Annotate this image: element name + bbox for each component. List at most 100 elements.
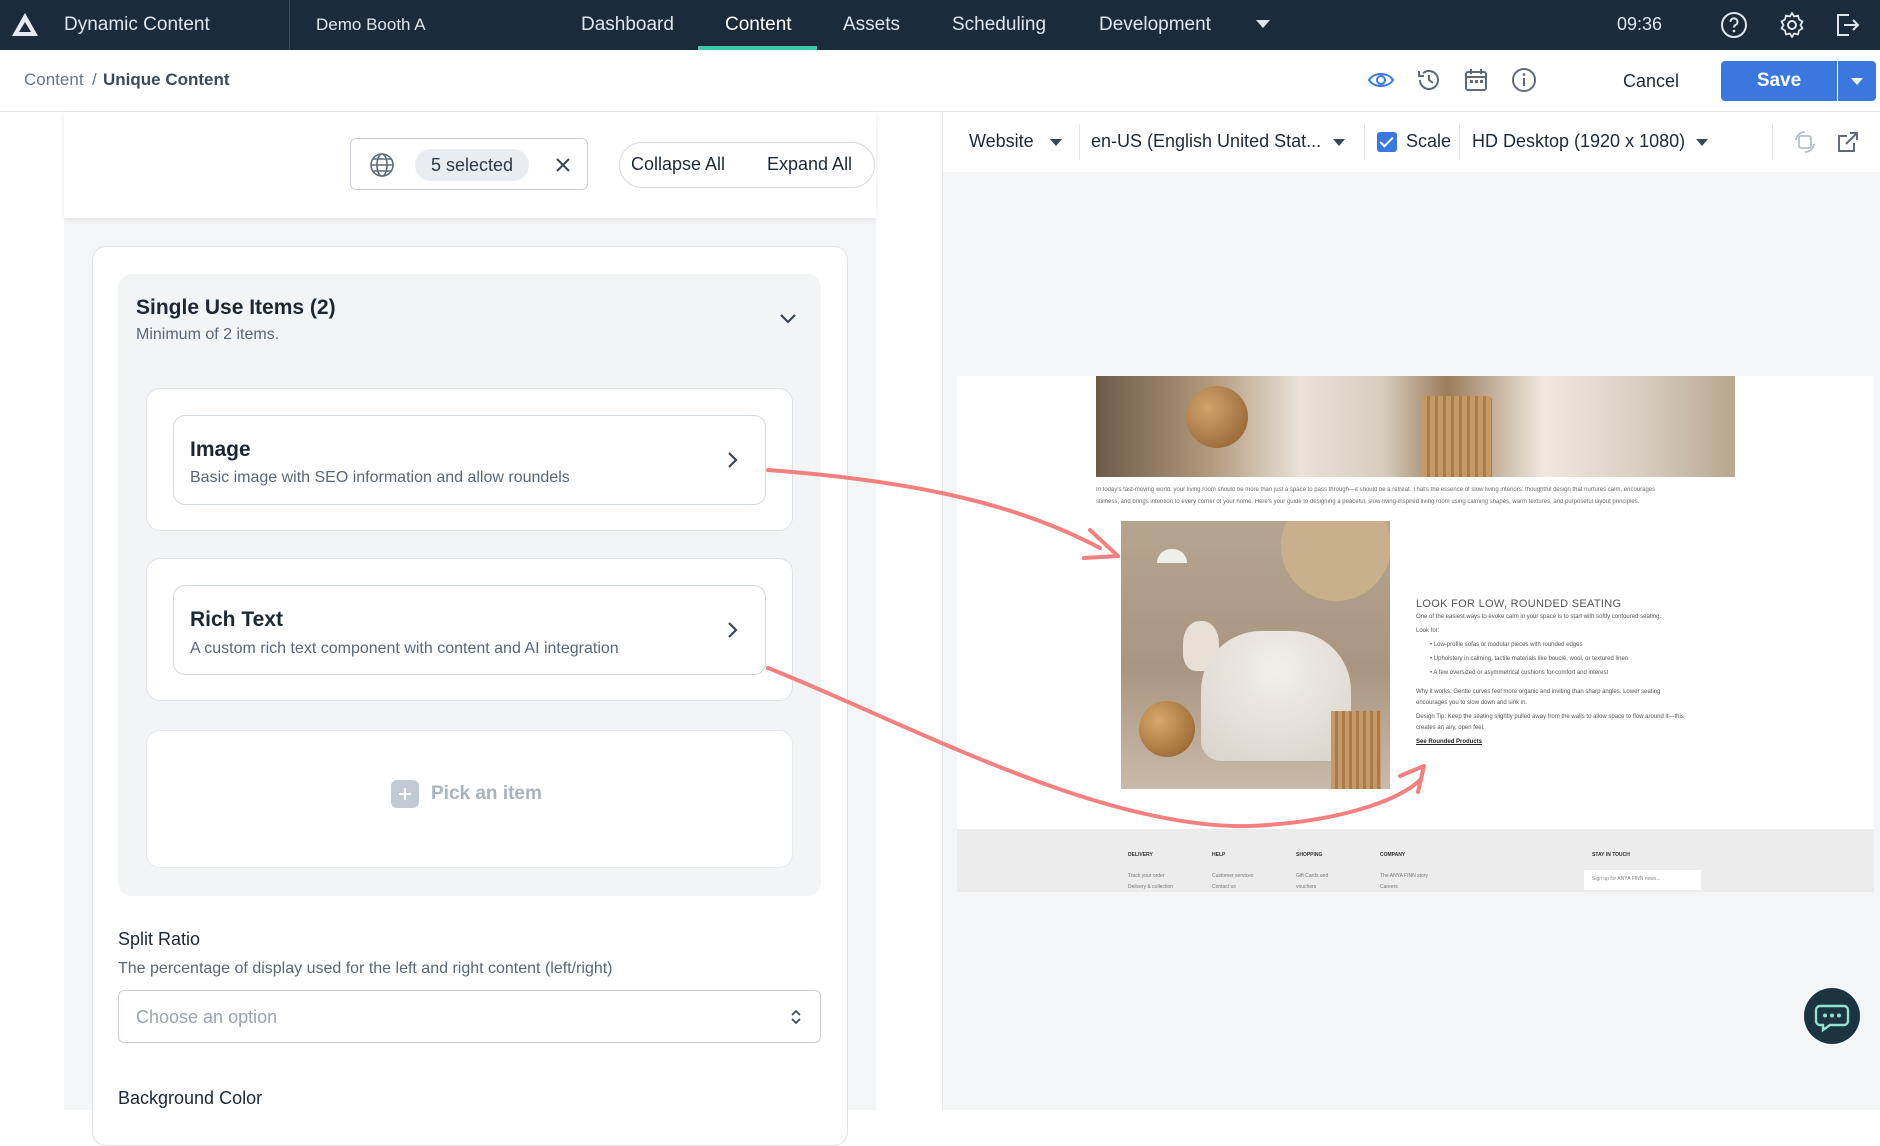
channel-select[interactable]: Website — [969, 131, 1034, 152]
clock: 09:36 — [1617, 14, 1663, 34]
item-image-card[interactable] — [173, 415, 766, 505]
logout-icon[interactable] — [1833, 11, 1861, 39]
clear-selection-icon[interactable] — [551, 153, 575, 177]
body-text: creates an airy, open feel. — [1416, 725, 1485, 731]
save-options-dropdown[interactable] — [1838, 61, 1876, 101]
app-logo-icon[interactable] — [10, 10, 40, 40]
app-title: Dynamic Content — [64, 14, 210, 35]
decor-ball — [1186, 386, 1248, 448]
tab-content[interactable]: Content — [725, 14, 792, 36]
collapse-expand-group: Collapse All Expand All — [619, 142, 875, 188]
preview-toolbar: Website en-US (English United Stat... Sc… — [943, 112, 1880, 172]
footer-link[interactable]: Careers — [1380, 884, 1398, 890]
tab-scheduling[interactable]: Scheduling — [952, 14, 1046, 36]
decor-side-table — [1331, 711, 1381, 789]
locale-count-badge: 5 selected — [415, 149, 530, 181]
see-products-link[interactable]: See Rounded Products — [1416, 739, 1482, 745]
group-subtitle: Minimum of 2 items. — [136, 326, 280, 343]
page-header: Content / Unique Content Cancel Save — [0, 50, 1880, 112]
locale-selector[interactable]: 5 selected — [350, 138, 588, 190]
preview-eye-icon[interactable] — [1367, 66, 1395, 94]
intro-text: stillness, and brings intention to every… — [1096, 499, 1640, 505]
chevron-down-icon[interactable] — [1333, 139, 1345, 146]
section-heading: LOOK FOR LOW, ROUNDED SEATING — [1416, 598, 1622, 610]
body-text: One of the easiest ways to evoke calm in… — [1416, 614, 1662, 620]
chevron-down-icon[interactable] — [776, 306, 800, 330]
intro-text: In today's fast-moving world, your livin… — [1096, 487, 1656, 493]
rotate-device-icon[interactable] — [1791, 128, 1819, 156]
tab-assets[interactable]: Assets — [843, 14, 900, 36]
gear-icon[interactable] — [1778, 11, 1806, 39]
room-image — [1121, 521, 1390, 789]
decor-ball — [1139, 701, 1195, 757]
help-icon[interactable] — [1720, 11, 1748, 39]
workspace-switcher[interactable]: Demo Booth A — [316, 15, 426, 35]
footer-heading: STAY IN TOUCH — [1592, 852, 1630, 858]
background-color-label: Background Color — [118, 1088, 263, 1108]
toolbar-divider — [1079, 124, 1080, 160]
save-button[interactable]: Save — [1721, 61, 1837, 101]
scale-checkbox[interactable] — [1377, 132, 1397, 152]
globe-icon — [370, 153, 394, 177]
collapse-all-button[interactable]: Collapse All — [631, 154, 725, 175]
select-placeholder: Choose an option — [136, 1007, 278, 1027]
add-icon — [391, 780, 419, 808]
decor-wall-clock — [1281, 521, 1390, 601]
locale-select[interactable]: en-US (English United Stat... — [1091, 131, 1321, 152]
history-icon[interactable] — [1415, 66, 1443, 94]
footer-link[interactable]: vouchers — [1296, 884, 1316, 890]
expand-all-button[interactable]: Expand All — [767, 154, 852, 175]
newsletter-input[interactable]: Sign up for ANYA FINN news... — [1584, 870, 1701, 890]
group-title: Single Use Items (2) — [136, 296, 336, 319]
toolbar-divider — [1772, 124, 1773, 160]
site-footer — [957, 829, 1874, 892]
footer-link[interactable]: Track your order — [1128, 873, 1165, 879]
footer-link[interactable]: The ANYA FINN story — [1380, 873, 1428, 879]
decor-lamp — [1157, 549, 1187, 563]
breadcrumb-separator: / — [92, 70, 97, 89]
footer-link[interactable]: Customer services — [1212, 873, 1253, 879]
scale-label: Scale — [1406, 131, 1452, 151]
info-icon[interactable] — [1510, 66, 1538, 94]
bullet-item: • Low-profile sofas or modular pieces wi… — [1430, 642, 1583, 648]
chat-button[interactable] — [1804, 988, 1860, 1044]
footer-heading: SHOPPING — [1296, 852, 1323, 858]
footer-heading: DELIVERY — [1128, 852, 1153, 858]
chevron-down-icon[interactable] — [1696, 139, 1708, 146]
body-text: encourages you to slow down and sink in. — [1416, 700, 1528, 706]
tab-development[interactable]: Development — [1099, 14, 1211, 36]
item-description: Basic image with SEO information and all… — [190, 469, 570, 486]
chat-icon — [1814, 1004, 1850, 1033]
body-text: Design Tip: Keep the seating slightly pu… — [1416, 714, 1684, 720]
split-ratio-select[interactable]: Choose an option — [118, 990, 821, 1043]
chevron-right-icon[interactable] — [721, 449, 743, 471]
split-ratio-help: The percentage of display used for the l… — [118, 960, 613, 977]
footer-heading: HELP — [1212, 852, 1226, 858]
item-title: Image — [190, 438, 251, 461]
open-external-icon[interactable] — [1834, 128, 1862, 156]
more-tabs-dropdown-icon[interactable] — [1256, 20, 1270, 28]
bullet-item: • Upholstery in calming, tactile materia… — [1430, 656, 1629, 662]
newsletter-placeholder: Sign up for ANYA FINN news... — [1592, 876, 1661, 882]
cancel-button[interactable]: Cancel — [1606, 64, 1696, 98]
device-select[interactable]: HD Desktop (1920 x 1080) — [1472, 131, 1685, 152]
footer-link[interactable]: Contact us — [1212, 884, 1236, 890]
select-updown-icon — [791, 1009, 801, 1025]
top-nav-bar: Dynamic Content Demo Booth A Dashboard C… — [0, 0, 1880, 50]
item-title: Rich Text — [190, 608, 283, 631]
tab-dashboard[interactable]: Dashboard — [581, 14, 674, 36]
chevron-right-icon[interactable] — [721, 619, 743, 641]
bullet-item: • A few oversized or asymmetrical cushio… — [1430, 670, 1609, 676]
decor-armchair — [1201, 631, 1351, 761]
hero-image — [1096, 376, 1735, 477]
breadcrumb-content[interactable]: Content — [24, 70, 84, 90]
nav-divider — [289, 0, 290, 50]
calendar-icon[interactable] — [1462, 66, 1490, 94]
footer-link[interactable]: Delivery & collection — [1128, 884, 1173, 890]
toolbar-divider — [1459, 124, 1460, 160]
item-description: A custom rich text component with conten… — [190, 640, 619, 657]
footer-link[interactable]: Gift Cards and — [1296, 873, 1328, 879]
footer-heading: COMPANY — [1380, 852, 1406, 858]
chevron-down-icon[interactable] — [1050, 139, 1062, 146]
decor-stool — [1422, 396, 1492, 477]
